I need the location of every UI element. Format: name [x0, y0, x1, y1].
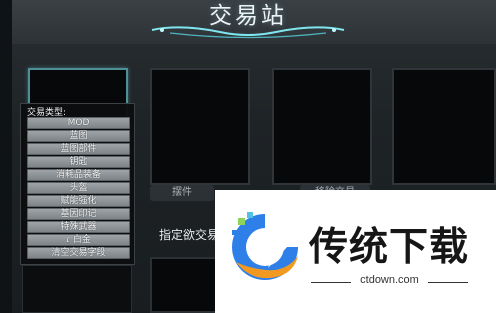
menu-item-platinum[interactable]: ɾ 白金 — [27, 234, 130, 246]
menu-item-enhancement[interactable]: 赋能强化 — [27, 195, 130, 207]
menu-item-gene-imprint[interactable]: 基因印记 — [27, 208, 130, 220]
trade-slot-4[interactable] — [392, 68, 496, 185]
menu-item-consumable-gear[interactable]: 消耗品装备 — [27, 169, 130, 181]
menu-item-helmet[interactable]: 头盔 — [27, 182, 130, 194]
menu-item-special-weapon[interactable]: 特殊武器 — [27, 221, 130, 233]
menu-item-clear-fields[interactable]: 清空交易字段 — [27, 247, 130, 259]
trade-slot-2[interactable] — [150, 68, 250, 185]
trade-type-dropdown: 交易类型: MOD 蓝图 蓝图部件 钥匙 消耗品装备 头盔 赋能强化 基因印记 … — [20, 103, 135, 265]
slot-button-decorate[interactable]: 摆件 — [150, 185, 214, 201]
watermark-url: ctdown.com — [360, 274, 419, 286]
trade-prompt: 指定欲交易 — [159, 228, 220, 242]
trade-slot-3[interactable] — [272, 68, 372, 185]
watermark-logo-icon — [232, 212, 298, 280]
menu-item-blueprint-part[interactable]: 蓝图部件 — [27, 143, 130, 155]
menu-item-platinum-label: 白金 — [72, 235, 91, 245]
menu-item-blueprint[interactable]: 蓝图 — [27, 130, 130, 142]
menu-item-mod[interactable]: MOD — [27, 117, 130, 129]
watermark-brand: 传统下载 — [309, 225, 470, 270]
menu-item-key[interactable]: 钥匙 — [27, 156, 130, 168]
platinum-icon: ɾ — [66, 235, 73, 244]
lower-slot[interactable] — [150, 257, 220, 313]
lower-left-panel — [22, 265, 132, 313]
title-ornament — [151, 26, 345, 39]
left-edge — [0, 0, 12, 313]
trading-post-screen: 交易站 摆件 移除交易 指定欲交易 交易类型: MOD 蓝图 蓝图部件 钥匙 消… — [0, 0, 496, 313]
